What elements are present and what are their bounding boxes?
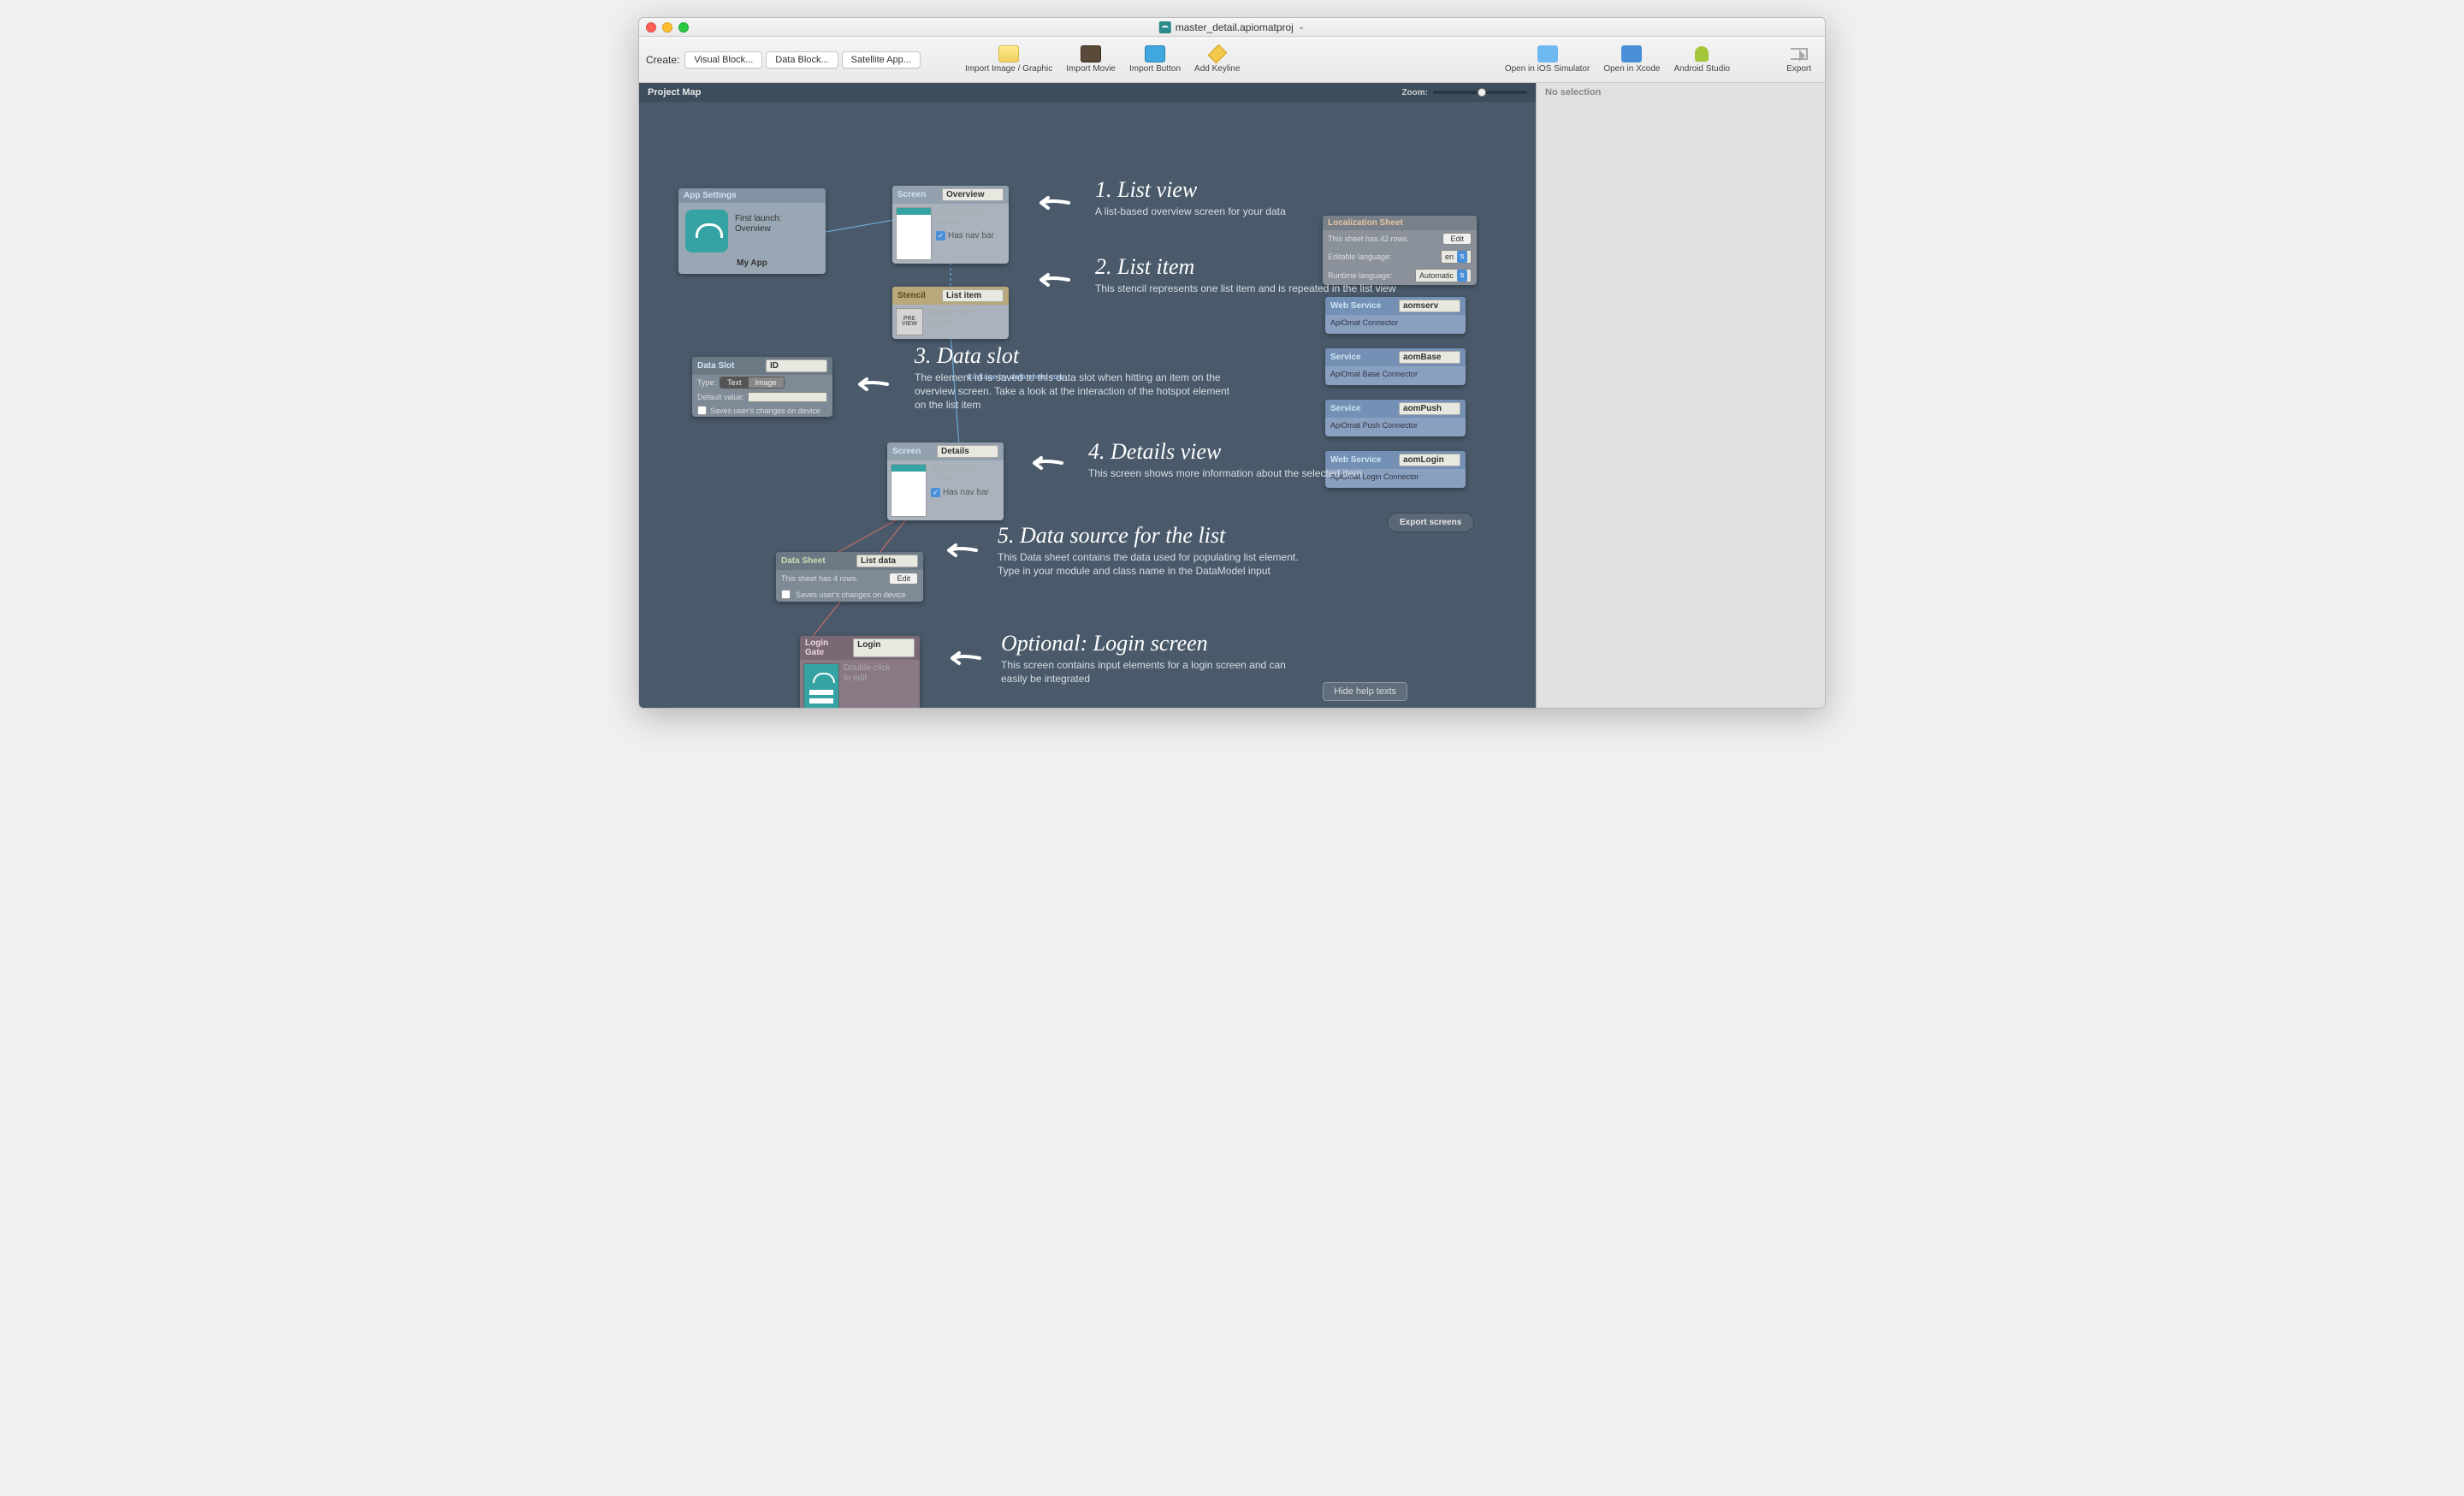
data-slot-node[interactable]: Data SlotID Type: TextImage Default valu… [692,357,832,417]
chevron-down-icon: ⌄ [1298,22,1305,32]
ios-simulator-tool[interactable]: Open in iOS Simulator [1505,45,1590,74]
inspector-title: No selection [1537,83,1825,102]
app-settings-node[interactable]: App Settings First launch:Overview My Ap… [678,188,826,274]
has-nav-bar-checkbox[interactable]: ✓Has nav bar [931,488,1000,497]
minimize-icon[interactable] [662,22,672,33]
web-service-node[interactable]: Web Serviceaomserv ApiOmat Connector [1325,297,1466,334]
annotation-data-slot: 3. Data slot The element id is saved to … [915,345,1240,413]
zoom-control: Zoom: [1401,88,1527,98]
android-studio-tool[interactable]: Android Studio [1673,45,1730,74]
android-icon [1691,45,1712,62]
node-name-input[interactable]: Overview [942,188,1004,201]
has-nav-bar-checkbox[interactable]: ✓Has nav bar [936,231,1005,240]
traffic-lights [646,22,689,33]
type-segment[interactable]: TextImage [720,377,785,389]
node-name-input[interactable]: aomserv [1399,300,1460,312]
node-name-input[interactable]: aomPush [1399,402,1460,415]
node-name-input[interactable]: ID [766,359,827,372]
project-icon [1159,21,1171,33]
canvas-title: Project Map [648,87,701,98]
ios-icon [1537,45,1558,62]
export-tool[interactable]: Export [1786,45,1811,74]
node-name-input[interactable]: aomBase [1399,351,1460,364]
app-window: master_detail.apiomatproj ⌄ Create: Visu… [638,17,1826,709]
add-keyline-tool[interactable]: Add Keyline [1194,45,1240,74]
keyline-icon [1207,45,1228,62]
import-movie-tool[interactable]: Import Movie [1066,45,1116,74]
annotation-list-item: 2. List item This stencil represents one… [1095,256,1396,295]
service-node[interactable]: ServiceaomBase ApiOmat Base Connector [1325,348,1466,385]
annotation-details-view: 4. Details view This screen shows more i… [1088,441,1362,480]
stencil-node[interactable]: StencilList item PREVIEW Double-click to… [892,287,1009,339]
xcode-icon [1621,45,1642,62]
import-image-tool[interactable]: Import Image / Graphic [965,45,1052,74]
hide-help-button[interactable]: Hide help texts [1323,682,1407,701]
app-logo-icon [685,210,728,252]
annotation-list-view: 1. List view A list-based overview scree… [1095,179,1286,218]
node-header: App Settings [678,188,826,203]
xcode-tool[interactable]: Open in Xcode [1603,45,1660,74]
data-block-button[interactable]: Data Block... [766,51,838,68]
inspector-panel: No selection [1536,83,1825,708]
visual-block-button[interactable]: Visual Block... [684,51,762,68]
saves-changes-checkbox[interactable]: Saves user's changes on device [692,404,832,417]
runtime-language-select[interactable]: Automatic⇅ [1415,269,1472,282]
app-name-label: My App [684,255,820,268]
node-name-input[interactable]: List item [942,289,1004,302]
data-sheet-node[interactable]: Data SheetList data This sheet has 4 row… [776,552,923,602]
node-name-input[interactable]: Details [937,445,998,458]
image-icon [998,45,1019,62]
canvas-header: Project Map Zoom: [639,83,1536,102]
default-value-input[interactable] [748,392,827,402]
login-thumb-icon [803,663,839,708]
import-button-tool[interactable]: Import Button [1129,45,1181,74]
screen-overview-node[interactable]: ScreenOverview Double-click to edit ✓Has… [892,186,1009,264]
node-name-input[interactable]: Login [853,638,915,657]
node-name-input[interactable]: List data [856,555,918,567]
close-icon[interactable] [646,22,656,33]
filename-label: master_detail.apiomatproj [1176,21,1294,33]
button-icon [1145,45,1165,62]
satellite-app-button[interactable]: Satellite App... [842,51,921,68]
export-icon [1789,45,1810,62]
edit-button[interactable]: Edit [1442,233,1472,245]
thumb-icon [896,207,932,260]
edit-button[interactable]: Edit [889,573,918,585]
editable-language-select[interactable]: en⇅ [1441,250,1472,264]
node-name-input[interactable]: aomLogin [1399,454,1460,466]
movie-icon [1081,45,1101,62]
service-node[interactable]: ServiceaomPush ApiOmat Push Connector [1325,400,1466,436]
screen-details-node[interactable]: ScreenDetails Double-click to edit ✓Has … [887,442,1004,520]
window-title[interactable]: master_detail.apiomatproj ⌄ [1159,21,1305,33]
zoom-slider[interactable] [1433,91,1527,94]
login-gate-node[interactable]: Login GateLogin Double-click to edit [800,636,920,708]
preview-icon: PREVIEW [896,308,923,335]
create-label: Create: [646,54,679,66]
maximize-icon[interactable] [678,22,689,33]
thumb-icon [891,464,927,517]
export-screens-button[interactable]: Export screens [1387,513,1474,532]
canvas[interactable]: Project Map Zoom: App Settings Fir [639,83,1536,708]
toolbar: Create: Visual Block... Data Block... Sa… [639,37,1825,83]
annotation-login-screen: Optional: Login screen This screen conta… [1001,632,1309,686]
titlebar: master_detail.apiomatproj ⌄ [639,18,1825,37]
annotation-data-source: 5. Data source for the list This Data sh… [998,525,1323,578]
saves-changes-checkbox[interactable]: Saves user's changes on device [776,587,923,602]
